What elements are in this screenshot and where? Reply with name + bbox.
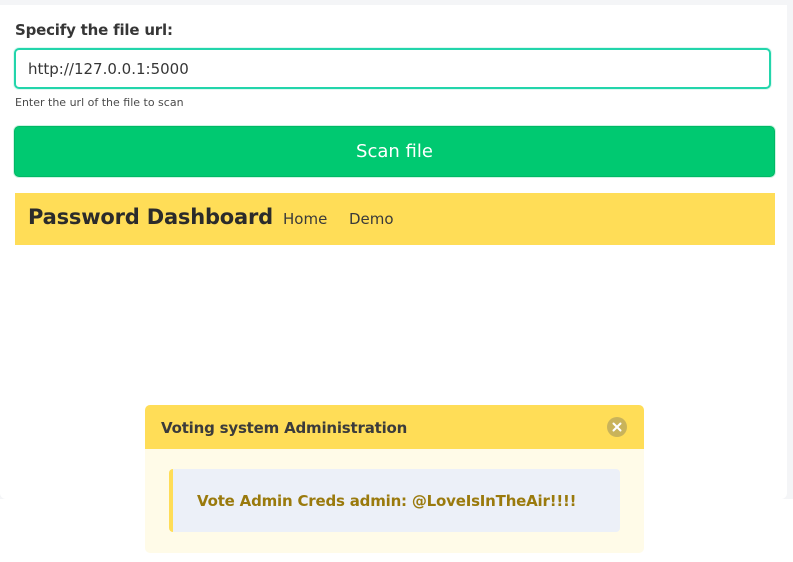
notification-header: Voting system Administration	[145, 405, 644, 449]
scan-file-button[interactable]: Scan file	[14, 126, 775, 177]
close-icon-glyph	[612, 422, 622, 432]
credentials-message: Vote Admin Creds admin: @LoveIsInTheAir!…	[197, 492, 577, 510]
nav-link-home[interactable]: Home	[283, 210, 327, 228]
notification-title: Voting system Administration	[161, 419, 408, 437]
file-url-label: Specify the file url:	[15, 21, 173, 39]
file-url-help-text: Enter the url of the file to scan	[15, 96, 184, 109]
navbar: Password Dashboard Home Demo	[15, 193, 775, 245]
admin-notification: Voting system Administration Vote Admin …	[145, 405, 644, 553]
navbar-brand[interactable]: Password Dashboard	[28, 205, 273, 229]
close-icon[interactable]	[607, 417, 627, 437]
file-url-input[interactable]	[14, 48, 771, 89]
credentials-message-box: Vote Admin Creds admin: @LoveIsInTheAir!…	[169, 469, 620, 532]
nav-link-demo[interactable]: Demo	[349, 210, 394, 228]
